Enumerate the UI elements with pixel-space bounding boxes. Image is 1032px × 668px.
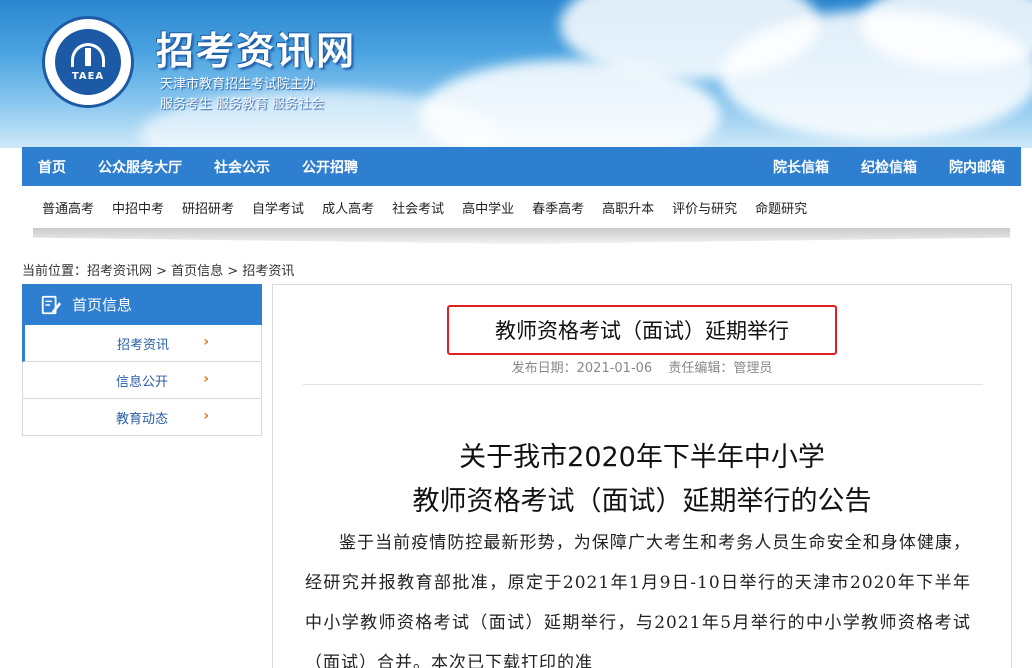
nav-recruitment[interactable]: 公开招聘	[286, 157, 374, 177]
subnav-item[interactable]: 中招中考	[103, 198, 173, 217]
nav-discipline-mailbox[interactable]: 纪检信箱	[845, 157, 933, 177]
article-title-highlight: 教师资格考试（面试）延期举行	[447, 305, 837, 355]
main-nav: 首页 公众服务大厅 社会公示 公开招聘 院长信箱 纪检信箱 院内邮箱	[22, 147, 1021, 186]
announcement-body: 鉴于当前疫情防控最新形势，为保障广大考生和考务人员生命安全和身体健康，经研究并报…	[305, 533, 971, 668]
publish-date: 发布日期：2021-01-06	[511, 361, 653, 376]
chevron-right-icon: ›	[203, 371, 209, 387]
announcement-heading-line2: 教师资格考试（面试）延期举行的公告	[412, 486, 872, 517]
subnav-item[interactable]: 命题研究	[746, 198, 816, 217]
title-divider	[303, 384, 983, 385]
subnav-item[interactable]: 自学考试	[243, 198, 313, 217]
document-edit-icon	[41, 295, 62, 314]
subnav-item[interactable]: 高职升本	[593, 198, 663, 217]
article-title: 教师资格考试（面试）延期举行	[495, 319, 789, 343]
sidebar: 首页信息 招考资讯 › 信息公开 › 教育动态 ›	[22, 284, 262, 436]
site-logo[interactable]: TAEA	[42, 16, 134, 108]
announcement-heading-line1: 关于我市2020年下半年中小学	[459, 442, 825, 473]
breadcrumb[interactable]: 当前位置：招考资讯网 > 首页信息 > 招考资讯	[22, 260, 294, 279]
sidebar-item-label: 教育动态	[115, 411, 168, 427]
sidebar-item-education-news[interactable]: 教育动态 ›	[22, 399, 262, 436]
chevron-right-icon: ›	[203, 408, 209, 424]
article-editor: 责任编辑：管理员	[668, 361, 773, 376]
sidebar-item-info-disclosure[interactable]: 信息公开 ›	[22, 362, 262, 399]
subnav-item[interactable]: 春季高考	[523, 198, 593, 217]
article-panel: 教师资格考试（面试）延期举行 发布日期：2021-01-06 责任编辑：管理员 …	[272, 284, 1012, 668]
nav-president-mailbox[interactable]: 院长信箱	[757, 157, 845, 177]
subnav-item[interactable]: 社会考试	[383, 198, 453, 217]
nav-public-service-hall[interactable]: 公众服务大厅	[82, 157, 198, 177]
sidebar-item-admissions-news[interactable]: 招考资讯 ›	[22, 325, 262, 362]
logo-emblem-icon	[71, 42, 105, 67]
sidebar-title: 首页信息	[72, 296, 133, 314]
chevron-right-icon: ›	[203, 334, 209, 350]
article-meta: 发布日期：2021-01-06 责任编辑：管理员	[273, 357, 1011, 376]
header-banner: TAEA 招考资讯网 天津市教育招生考试院主办 服务考生 服务教育 服务社会	[0, 0, 1032, 148]
subnav-item[interactable]: 评价与研究	[663, 198, 746, 217]
logo-text: TAEA	[71, 70, 105, 82]
nav-internal-mailbox[interactable]: 院内邮箱	[933, 157, 1021, 177]
site-subtitle-organizer: 天津市教育招生考试院主办	[160, 77, 317, 92]
sidebar-item-label: 信息公开	[115, 374, 168, 390]
site-title[interactable]: 招考资讯网	[156, 20, 356, 75]
site-subtitle-slogan: 服务考生 服务教育 服务社会	[160, 97, 325, 112]
nav-home[interactable]: 首页	[22, 157, 82, 177]
sidebar-item-label: 招考资讯	[116, 337, 169, 353]
subnav-item[interactable]: 高中学业	[453, 198, 523, 217]
subnav-item[interactable]: 成人高考	[313, 198, 383, 217]
sidebar-header: 首页信息	[22, 284, 262, 325]
subnav-item[interactable]: 普通高考	[33, 198, 103, 217]
nav-public-announcement[interactable]: 社会公示	[198, 157, 286, 177]
subnav-shadow-divider	[33, 228, 1010, 244]
subnav-item[interactable]: 研招研考	[173, 198, 243, 217]
sub-nav: 普通高考 中招中考 研招研考 自学考试 成人高考 社会考试 高中学业 春季高考 …	[33, 186, 1010, 228]
